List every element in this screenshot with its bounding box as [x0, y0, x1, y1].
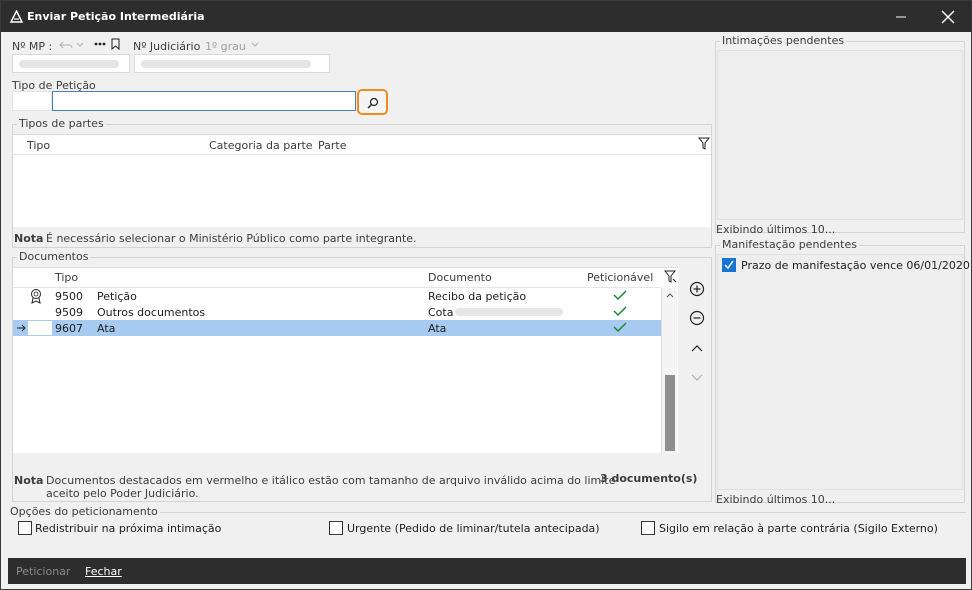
fechar-button[interactable]: Fechar: [85, 565, 122, 578]
intimacoes-footer: Exibindo últimos 10...: [716, 223, 836, 236]
judiciario-label: Nº Judiciário: [133, 40, 201, 53]
tipos-partes-title: Tipos de partes: [17, 117, 106, 130]
urgente-checkbox[interactable]: [329, 521, 343, 535]
partes-table: Tipo Categoria da parte Parte: [13, 134, 711, 227]
tipo-peticao-search-input[interactable]: [52, 91, 356, 111]
chevron-down-icon[interactable]: [251, 41, 259, 49]
app-logo-icon: [10, 10, 23, 23]
partes-nota-text: É necessário selecionar o Ministério Púb…: [46, 232, 417, 245]
col-tipo[interactable]: Tipo: [27, 139, 50, 152]
documentos-title: Documentos: [17, 250, 91, 263]
manifestacao-list: Prazo de manifestação vence 06/01/2020: [717, 254, 970, 490]
certificate-icon: [31, 289, 41, 304]
documentos-count: 3 documento(s): [600, 472, 698, 485]
tipo-peticao-code-field[interactable]: [12, 91, 52, 111]
manifestacao-item-checkbox[interactable]: [722, 258, 736, 272]
redistribuir-checkbox[interactable]: [18, 521, 32, 535]
peticionar-button[interactable]: Peticionar: [16, 565, 70, 578]
row-codigo: 9500: [55, 290, 83, 303]
row-descricao: Outros documentos: [97, 306, 206, 319]
redacted-text: [455, 308, 563, 316]
col-categoria[interactable]: Categoria da parte: [209, 139, 313, 152]
row-descricao: Ata: [97, 322, 116, 335]
sigilo-label[interactable]: Sigilo em relação à parte contrária (Sig…: [659, 522, 938, 535]
sigilo-checkbox[interactable]: [641, 521, 655, 535]
check-icon: [613, 290, 627, 301]
judiciario-number-field[interactable]: [134, 54, 330, 73]
documentos-table: Tipo Documento Peticionável 9500 Petição…: [13, 267, 678, 454]
intimacoes-title: Intimações pendentes: [720, 34, 847, 47]
move-down-icon[interactable]: [688, 368, 706, 386]
grau-select[interactable]: 1º grau: [205, 40, 246, 53]
more-icon[interactable]: [94, 42, 106, 46]
partes-nota-label: Nota: [14, 232, 44, 245]
scrollbar[interactable]: [661, 288, 677, 454]
dialog-body: Nº MP : Nº Judiciário 1º grau Tipo de Pe…: [8, 32, 970, 558]
redistribuir-label[interactable]: Redistribuir na próxima intimação: [35, 522, 221, 535]
urgente-label[interactable]: Urgente (Pedido de liminar/tutela anteci…: [347, 522, 600, 535]
minimize-icon[interactable]: [891, 7, 911, 27]
row-edit-cell[interactable]: [27, 320, 53, 336]
chevron-up-icon[interactable]: [666, 292, 674, 298]
col-doc-tipo[interactable]: Tipo: [55, 271, 78, 284]
documentos-nota-line2: aceito pelo Poder Judiciário.: [46, 487, 199, 500]
row-codigo: 9509: [55, 306, 83, 319]
tipos-partes-group: Tipos de partes Tipo Categoria da parte …: [12, 117, 712, 248]
table-row-selected[interactable]: 9607 Ata Ata: [13, 320, 661, 336]
scrollbar-thumb[interactable]: [665, 375, 675, 451]
row-documento: Cota: [428, 306, 454, 319]
title-bar: Enviar Petição Intermediária: [1, 1, 971, 32]
manifestacao-group: Manifestação pendentes Prazo de manifest…: [715, 238, 970, 506]
col-doc-peticionavel[interactable]: Peticionável: [587, 271, 653, 284]
mp-label: Nº MP :: [12, 40, 53, 53]
check-icon: [613, 322, 627, 333]
table-row[interactable]: 9500 Petição Recibo da petição: [13, 288, 661, 304]
footer-bar: Peticionar Fechar: [8, 558, 966, 584]
arrow-right-icon: [17, 324, 26, 332]
documentos-group: Documentos Tipo Documento Peticionável 9…: [12, 250, 712, 502]
row-descricao: Petição: [97, 290, 137, 303]
filter-icon[interactable]: [664, 270, 677, 284]
manifestacao-footer: Exibindo últimos 10...: [716, 493, 836, 506]
col-doc-documento[interactable]: Documento: [428, 271, 492, 284]
redacted-text: [19, 60, 119, 68]
opcoes-group: Opções do peticionamento Redistribuir na…: [8, 505, 966, 558]
row-documento: Recibo da petição: [428, 290, 527, 303]
mp-number-field[interactable]: [12, 54, 130, 73]
chevron-down-icon[interactable]: [76, 41, 84, 49]
close-icon[interactable]: [938, 7, 958, 27]
bookmark-icon[interactable]: [110, 38, 121, 50]
redacted-text: [141, 60, 311, 68]
search-button[interactable]: [357, 89, 388, 115]
table-row[interactable]: 9509 Outros documentos Cota: [13, 304, 661, 320]
remove-document-icon[interactable]: [688, 309, 706, 327]
filter-icon[interactable]: [698, 137, 710, 151]
manifestacao-title: Manifestação pendentes: [720, 238, 859, 251]
opcoes-title: Opções do peticionamento: [8, 505, 160, 518]
intimacoes-list[interactable]: [717, 50, 963, 220]
documentos-nota-line1: Documentos destacados em vermelho e itál…: [46, 474, 616, 487]
check-icon: [613, 306, 627, 317]
search-icon: [367, 97, 379, 109]
row-codigo: 9607: [55, 322, 83, 335]
col-parte[interactable]: Parte: [318, 139, 346, 152]
manifestacao-item-label[interactable]: Prazo de manifestação vence 06/01/2020: [741, 259, 970, 272]
check-icon: [724, 260, 734, 270]
move-up-icon[interactable]: [688, 340, 706, 358]
undo-icon[interactable]: [59, 39, 73, 51]
documentos-nota-label: Nota: [14, 474, 44, 487]
intimacoes-group: Intimações pendentes Exibindo últimos 10…: [715, 34, 965, 236]
row-documento: Ata: [428, 322, 447, 335]
dialog-window: Enviar Petição Intermediária Nº MP : Nº …: [0, 0, 972, 590]
add-document-icon[interactable]: [688, 280, 706, 298]
window-title: Enviar Petição Intermediária: [27, 10, 205, 23]
